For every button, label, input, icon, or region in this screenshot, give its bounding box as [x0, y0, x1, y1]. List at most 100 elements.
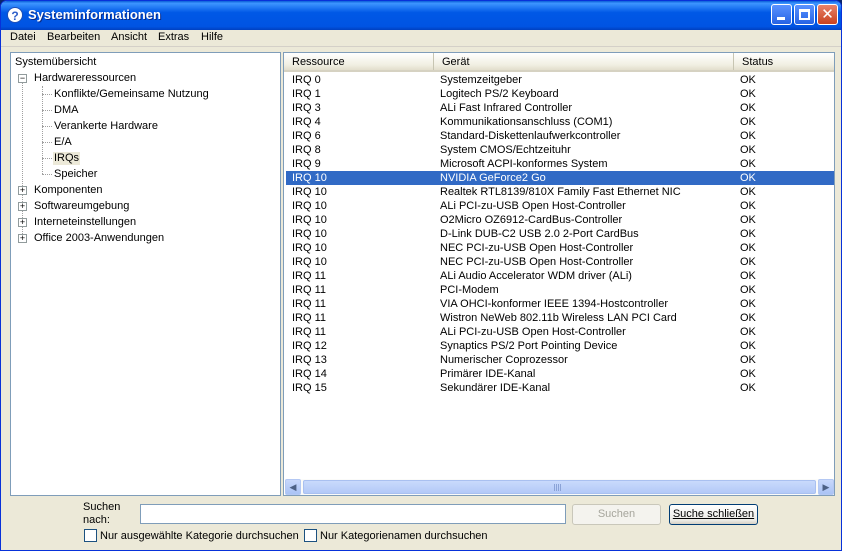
cell-geraet: Microsoft ACPI-konformes System: [440, 158, 608, 170]
cell-status: OK: [740, 116, 756, 128]
tree-item-hardwareressourcen[interactable]: Hardwareressourcen: [34, 72, 136, 85]
tree-item-konflikte[interactable]: Konflikte/Gemeinsame Nutzung: [54, 88, 209, 101]
tree-item-office-2003[interactable]: Office 2003-Anwendungen: [34, 232, 164, 245]
search-area: Suchen nach: Suchen Suche schließen Nur …: [1, 497, 841, 550]
tree-line: [42, 110, 52, 111]
menu-ansicht[interactable]: Ansicht: [109, 31, 149, 43]
table-row[interactable]: IRQ 12 Synaptics PS/2 Port Pointing Devic…: [286, 339, 834, 353]
table-row[interactable]: IRQ 3 ALi Fast Infrared Controller OK: [286, 101, 834, 115]
cell-ressource: IRQ 11: [292, 270, 327, 282]
column-header-status[interactable]: Status: [734, 53, 834, 70]
cell-geraet: VIA OHCI-konformer IEEE 1394-Hostcontrol…: [440, 298, 669, 310]
cell-status: OK: [740, 326, 756, 338]
scroll-right-button[interactable]: ▶: [818, 479, 834, 495]
menu-datei[interactable]: Datei: [8, 31, 38, 43]
search-button[interactable]: Suchen: [572, 504, 661, 525]
cell-status: OK: [740, 242, 756, 254]
tree-item-verankerte-hardware[interactable]: Verankerte Hardware: [54, 120, 158, 133]
table-row[interactable]: IRQ 15 Sekundärer IDE-Kanal OK: [286, 381, 834, 395]
maximize-button[interactable]: [794, 4, 815, 25]
tree-item-komponenten[interactable]: Komponenten: [34, 184, 103, 197]
only-selected-category-checkbox[interactable]: Nur ausgewählte Kategorie durchsuchen: [84, 529, 299, 542]
table-row[interactable]: IRQ 10 NEC PCI-zu-USB Open Host-Controlle…: [286, 241, 834, 255]
cell-geraet: ALi Audio Accelerator WDM driver (ALi): [440, 270, 632, 282]
table-row[interactable]: IRQ 10 Realtek RTL8139/810X Family Fast E…: [286, 185, 834, 199]
table-row[interactable]: IRQ 8 System CMOS/Echtzeituhr OK: [286, 143, 834, 157]
cell-status: OK: [740, 158, 756, 170]
only-category-names-checkbox[interactable]: Nur Kategorienamen durchsuchen: [304, 529, 488, 542]
cell-ressource: IRQ 1: [292, 88, 321, 100]
table-row[interactable]: IRQ 11 ALi Audio Accelerator WDM driver (…: [286, 269, 834, 283]
checkbox-box[interactable]: [84, 529, 97, 542]
tree-root[interactable]: Systemübersicht: [15, 56, 96, 69]
tree-line: [42, 86, 43, 174]
table-row[interactable]: IRQ 10 NEC PCI-zu-USB Open Host-Controlle…: [286, 255, 834, 269]
cell-geraet: Primärer IDE-Kanal: [440, 368, 536, 380]
cell-ressource: IRQ 11: [292, 284, 327, 296]
tree-item-ea[interactable]: E/A: [54, 136, 72, 149]
expand-icon[interactable]: +: [18, 202, 27, 211]
table-row[interactable]: IRQ 10 ALi PCI-zu-USB Open Host-Controlle…: [286, 199, 834, 213]
table-row[interactable]: IRQ 6 Standard-Diskettenlaufwerkcontrolle…: [286, 129, 834, 143]
cell-ressource: IRQ 10: [292, 214, 327, 226]
table-row[interactable]: IRQ 9 Microsoft ACPI-konformes System OK: [286, 157, 834, 171]
checkbox-label: Nur ausgewählte Kategorie durchsuchen: [100, 530, 299, 542]
category-tree[interactable]: Systemübersicht − Hardwareressourcen Kon…: [10, 52, 281, 496]
tree-item-softwareumgebung[interactable]: Softwareumgebung: [34, 200, 129, 213]
cell-status: OK: [740, 74, 756, 86]
tree-line: [42, 142, 52, 143]
scroll-left-button[interactable]: ◀: [285, 479, 301, 495]
cell-geraet: O2Micro OZ6912-CardBus-Controller: [440, 214, 623, 226]
table-row[interactable]: IRQ 11 PCI-Modem OK: [286, 283, 834, 297]
minimize-button[interactable]: [771, 4, 792, 25]
search-input[interactable]: [140, 504, 566, 524]
checkbox-box[interactable]: [304, 529, 317, 542]
tree-item-dma[interactable]: DMA: [54, 104, 78, 117]
table-row[interactable]: IRQ 11 ALi PCI-zu-USB Open Host-Controlle…: [286, 325, 834, 339]
collapse-icon[interactable]: −: [18, 74, 27, 83]
table-row[interactable]: IRQ 14 Primärer IDE-Kanal OK: [286, 367, 834, 381]
help-icon: ?: [7, 7, 23, 23]
table-row[interactable]: IRQ 11 Wistron NeWeb 802.11b Wireless LAN…: [286, 311, 834, 325]
column-header-ressource[interactable]: Ressource: [284, 53, 434, 70]
menu-bearbeiten[interactable]: Bearbeiten: [45, 31, 102, 43]
table-row[interactable]: IRQ 10 D-Link DUB-C2 USB 2.0 2-Port CardB…: [286, 227, 834, 241]
cell-status: OK: [740, 172, 756, 184]
tree-line: [42, 126, 52, 127]
table-row[interactable]: IRQ 11 VIA OHCI-konformer IEEE 1394-Hostc…: [286, 297, 834, 311]
cell-ressource: IRQ 10: [292, 200, 327, 212]
tree-line: [42, 158, 52, 159]
title-bar[interactable]: ? Systeminformationen ✕: [1, 1, 841, 30]
cell-status: OK: [740, 130, 756, 142]
menu-hilfe[interactable]: Hilfe: [199, 31, 225, 43]
cell-ressource: IRQ 11: [292, 298, 327, 310]
cell-status: OK: [740, 354, 756, 366]
scroll-thumb[interactable]: [303, 480, 816, 494]
close-search-button[interactable]: Suche schließen: [669, 504, 758, 525]
table-row[interactable]: IRQ 1 Logitech PS/2 Keyboard OK: [286, 87, 834, 101]
cell-ressource: IRQ 10: [292, 242, 327, 254]
expand-icon[interactable]: +: [18, 234, 27, 243]
column-header-geraet[interactable]: Gerät: [434, 53, 734, 70]
menu-extras[interactable]: Extras: [156, 31, 191, 43]
table-row[interactable]: IRQ 10 O2Micro OZ6912-CardBus-Controller O…: [286, 213, 834, 227]
expand-icon[interactable]: +: [18, 186, 27, 195]
tree-item-interneteinstellungen[interactable]: Interneteinstellungen: [34, 216, 136, 229]
cell-geraet: Synaptics PS/2 Port Pointing Device: [440, 340, 618, 352]
list-header: Ressource Gerät Status: [284, 53, 834, 72]
tree-item-irqs[interactable]: IRQs: [53, 152, 81, 165]
table-row[interactable]: IRQ 10 NVIDIA GeForce2 Go OK: [286, 171, 834, 185]
table-row[interactable]: IRQ 0 Systemzeitgeber OK: [286, 73, 834, 87]
cell-ressource: IRQ 9: [292, 158, 321, 170]
horizontal-scrollbar[interactable]: ◀ ▶: [285, 479, 834, 495]
cell-geraet: Logitech PS/2 Keyboard: [440, 88, 559, 100]
cell-status: OK: [740, 228, 756, 240]
close-button[interactable]: ✕: [817, 4, 838, 25]
table-row[interactable]: IRQ 4 Kommunikationsanschluss (COM1) OK: [286, 115, 834, 129]
cell-geraet: Kommunikationsanschluss (COM1): [440, 116, 613, 128]
expand-icon[interactable]: +: [18, 218, 27, 227]
minimize-icon: [777, 17, 785, 20]
tree-item-speicher[interactable]: Speicher: [54, 168, 97, 181]
irq-list[interactable]: Ressource Gerät Status IRQ 0 Systemzeitge…: [283, 52, 835, 496]
table-row[interactable]: IRQ 13 Numerischer Coprozessor OK: [286, 353, 834, 367]
